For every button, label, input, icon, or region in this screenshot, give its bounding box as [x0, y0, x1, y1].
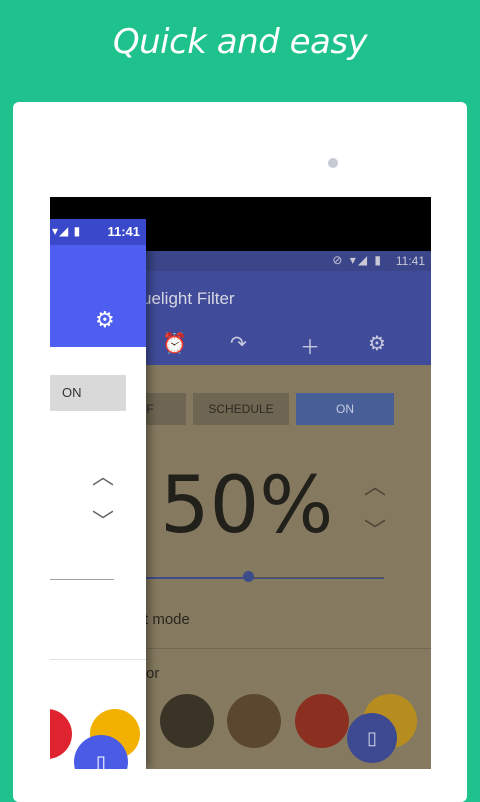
phone-icon: ▯ — [367, 728, 377, 748]
color-swatch[interactable] — [160, 694, 214, 748]
app-title: uelight Filter — [142, 289, 235, 308]
on-button[interactable]: ON — [296, 393, 394, 425]
chevron-up-icon[interactable]: ︿ — [92, 459, 114, 491]
intensity-slider-rest — [248, 577, 384, 578]
card-status-icons: ▾◢ ▮ — [52, 224, 82, 238]
chevron-down-icon[interactable]: ﹀ — [92, 504, 114, 536]
chevron-down-icon[interactable]: ﹀ — [364, 513, 386, 545]
headline: Quick and easy — [112, 22, 368, 62]
slider-line — [50, 579, 114, 580]
chevron-up-icon[interactable]: ︿ — [364, 469, 386, 501]
divider — [50, 659, 146, 660]
mode-label: t mode — [144, 611, 190, 628]
recent-app-card[interactable]: ▾◢ ▮ 11:41 ⚙ ON ︿ ﹀ ▯ — [50, 219, 146, 769]
color-swatch[interactable] — [50, 709, 72, 759]
color-label: or — [146, 665, 160, 682]
card-on-button[interactable]: ON — [50, 375, 126, 411]
status-icons: ⊘ ▾◢ ▮ — [332, 253, 383, 267]
card-status-bar: ▾◢ ▮ 11:41 — [50, 219, 146, 245]
phone-icon: ▯ — [96, 752, 106, 769]
camera-dot — [328, 158, 338, 168]
tablet-screen: ⊘ ▾◢ ▮ 11:41 uelight Filter ⏰ ↷ ＋ ⚙ F SC… — [50, 197, 431, 769]
divider — [144, 648, 431, 649]
status-time: 11:41 — [395, 254, 425, 268]
schedule-button[interactable]: SCHEDULE — [193, 393, 289, 425]
intensity-slider-knob[interactable] — [243, 571, 254, 582]
gear-icon[interactable]: ⚙ — [95, 307, 115, 333]
color-swatch[interactable] — [227, 694, 281, 748]
redo-icon[interactable]: ↷ — [230, 331, 247, 356]
floating-action-button[interactable]: ▯ — [347, 713, 397, 763]
card-status-time: 11:41 — [107, 224, 140, 239]
alarm-icon[interactable]: ⏰ — [162, 331, 187, 356]
settings-icon[interactable]: ⚙ — [368, 331, 386, 356]
filter-percentage: 50% — [160, 461, 334, 551]
add-icon[interactable]: ＋ — [300, 331, 320, 360]
color-swatch[interactable] — [295, 694, 349, 748]
